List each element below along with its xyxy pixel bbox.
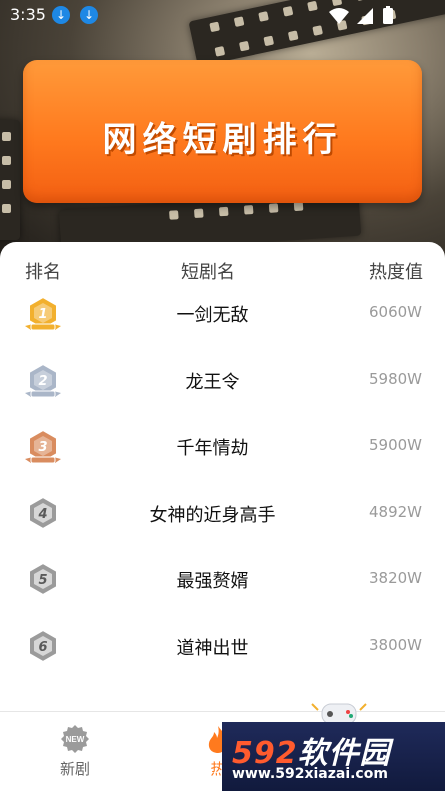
rank-medal-icon: 5 <box>23 560 63 604</box>
download-icon: ↓ <box>52 6 70 24</box>
heat-value: 5900W <box>368 436 422 454</box>
svg-text:4: 4 <box>37 507 47 522</box>
wifi-signal-battery-icon <box>329 6 393 24</box>
watermark-url: www.592xiazai.com <box>232 766 388 782</box>
ranking-row[interactable]: 4 女神的近身高手 4892W <box>0 482 445 548</box>
drama-title: 道神出世 <box>176 637 249 659</box>
svg-text:5: 5 <box>38 573 47 588</box>
drama-title: 龙王令 <box>185 371 240 393</box>
ranking-row[interactable]: 2 龙王令 5980W <box>0 349 445 415</box>
film-strip-left <box>0 120 20 240</box>
rank-medal-icon: 1 <box>23 294 63 338</box>
header-name: 短剧名 <box>181 262 235 283</box>
svg-text:6: 6 <box>38 640 47 655</box>
ranking-row[interactable]: 3 千年情劫 5900W <box>0 415 445 481</box>
ranking-row[interactable]: 5 最强赘婿 3820W <box>0 548 445 614</box>
rank-medal-icon: 2 <box>23 361 63 405</box>
nav-label-new: 新剧 <box>59 760 90 778</box>
ranking-card: 排名 短剧名 热度值 1 一剑无敌 6060W 2 龙王令 5980W 3 千年情劫 5900W… <box>0 242 445 712</box>
banner-title: 网络短剧排行 <box>102 120 343 160</box>
nav-item-new[interactable]: NEW 新剧 <box>50 724 100 779</box>
status-time: 3:35 <box>10 5 46 24</box>
svg-text:3: 3 <box>38 440 47 455</box>
heat-value: 6060W <box>368 303 422 321</box>
rank-medal-icon: 3 <box>23 427 63 471</box>
drama-title: 一剑无敌 <box>176 305 249 326</box>
svg-text:NEW: NEW <box>66 735 85 744</box>
svg-text:1: 1 <box>38 307 47 322</box>
svg-text:2: 2 <box>38 374 47 389</box>
header-heat: 热度值 <box>369 262 423 283</box>
new-badge-icon: NEW <box>61 725 89 753</box>
rank-medal-icon: 4 <box>23 494 63 538</box>
status-bar: 3:35 ↓ ↓ <box>0 0 445 30</box>
heat-value: 3800W <box>368 635 422 654</box>
heat-value: 5980W <box>368 369 422 388</box>
rank-medal-icon: 6 <box>23 627 63 671</box>
ranking-row[interactable]: 1 一剑无敌 6060W <box>0 282 445 348</box>
drama-title: 最强赘婿 <box>176 571 249 592</box>
site-watermark: 592软件园 www.592xiazai.com <box>222 722 445 791</box>
header-rank: 排名 <box>25 262 61 283</box>
title-banner: 网络短剧排行 <box>23 60 422 203</box>
drama-title: 千年情劫 <box>176 438 249 459</box>
status-icons <box>327 6 415 30</box>
drama-title: 女神的近身高手 <box>149 504 276 526</box>
ranking-row[interactable]: 6 道神出世 3800W <box>0 615 445 681</box>
heat-value: 4892W <box>368 502 422 521</box>
download-icon: ↓ <box>80 6 98 24</box>
heat-value: 3820W <box>368 569 422 587</box>
